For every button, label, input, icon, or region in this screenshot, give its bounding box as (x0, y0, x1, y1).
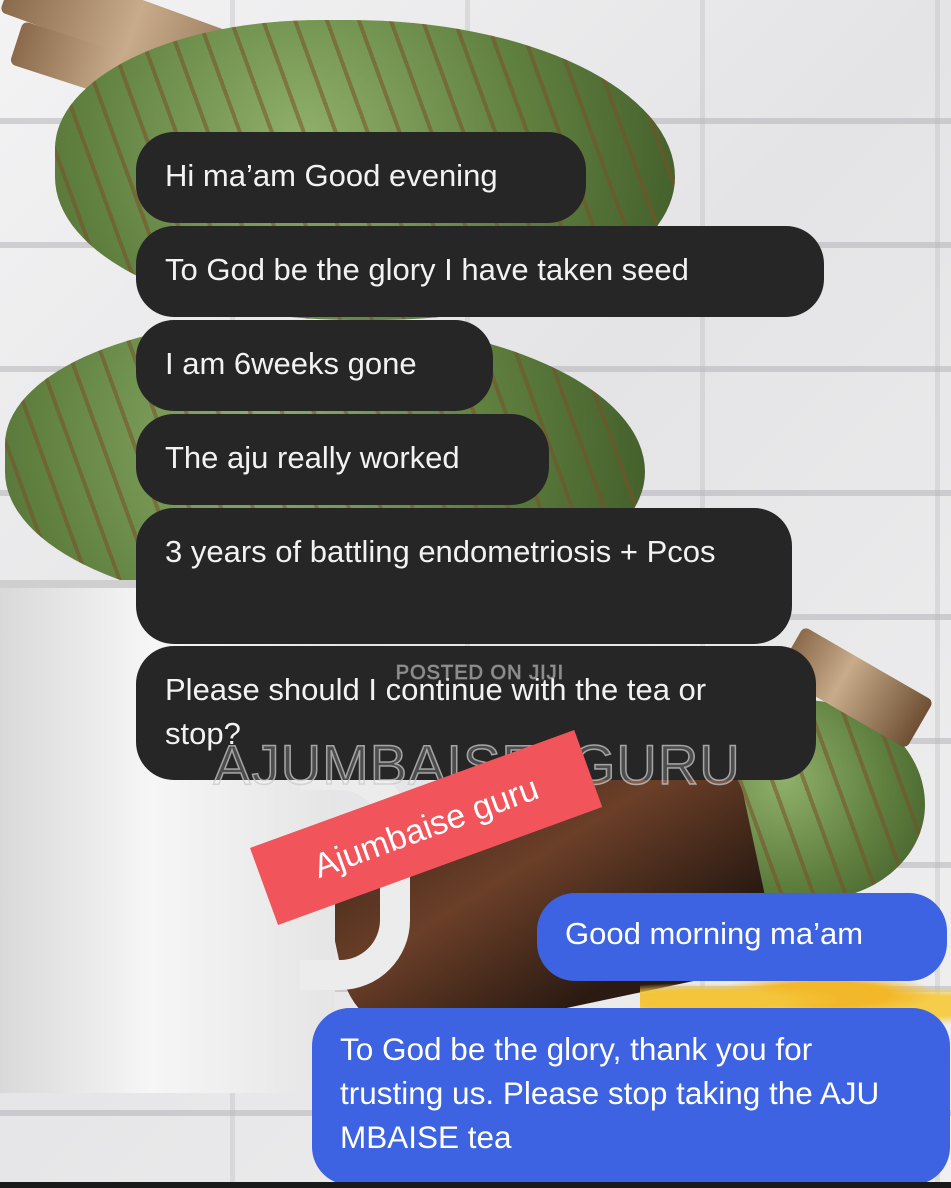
watermark-posted-on: POSTED ON JIJI (395, 662, 565, 685)
bottom-edge (0, 1182, 951, 1188)
incoming-message: To God be the glory I have taken seed (136, 226, 824, 317)
outgoing-message: Good morning ma’am (537, 893, 947, 981)
incoming-message: I am 6weeks gone (136, 320, 493, 411)
incoming-message: The aju really worked (136, 414, 549, 505)
incoming-message: 3 years of battling endometriosis + Pcos (136, 508, 792, 644)
incoming-message: Hi ma’am Good evening (136, 132, 586, 223)
outgoing-message: To God be the glory, thank you for trust… (312, 1008, 950, 1185)
